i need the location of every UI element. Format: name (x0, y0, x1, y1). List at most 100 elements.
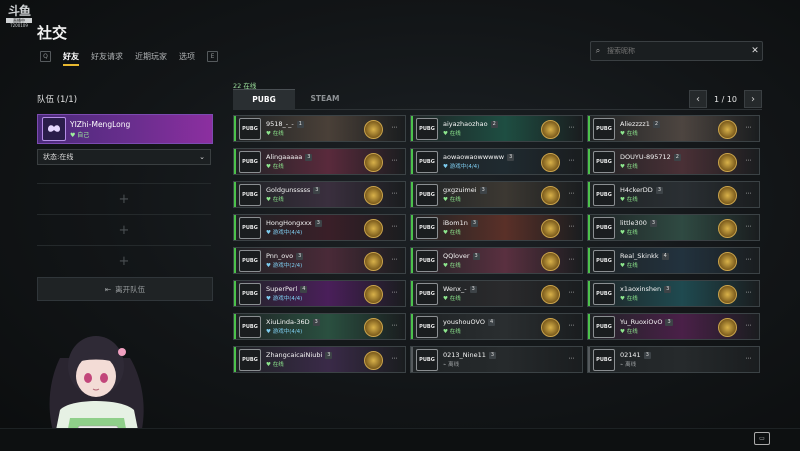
friend-card[interactable]: PUBG iBom1n 3 ♥ 在线 ⋯ (410, 214, 583, 241)
more-options-icon[interactable]: ⋯ (566, 157, 577, 167)
friend-card[interactable]: PUBG Real_Skinkk 4 ♥ 在线 ⋯ (587, 247, 760, 274)
team-label: 队伍 (1/1) (37, 95, 78, 105)
friend-card[interactable]: PUBG 02141 3 ⌁ 离线 ⋯ (587, 346, 760, 373)
more-options-icon[interactable]: ⋯ (743, 289, 754, 299)
online-strip (234, 182, 236, 207)
more-options-icon[interactable]: ⋯ (743, 322, 754, 332)
friend-card[interactable]: PUBG HongHongxxx 3 ♥ 游戏中(4/4) ⋯ (233, 214, 406, 241)
friend-card[interactable]: PUBG Pnn_ovo 3 ♥ 游戏中(2/4) ⋯ (233, 247, 406, 274)
more-options-icon[interactable]: ⋯ (743, 223, 754, 233)
level-badge: 3 (469, 285, 477, 293)
more-options-icon[interactable]: ⋯ (566, 256, 577, 266)
avatar: PUBG (593, 117, 615, 140)
leave-team-button[interactable]: ⇤ 离开队伍 (37, 277, 213, 301)
more-options-icon[interactable]: ⋯ (389, 322, 400, 332)
more-options-icon[interactable]: ⋯ (566, 124, 577, 134)
avatar: PUBG (593, 249, 615, 272)
avatar: PUBG (239, 348, 261, 371)
more-options-icon[interactable]: ⋯ (389, 124, 400, 134)
prev-page-button[interactable]: ‹ (689, 90, 707, 108)
team-member-name: YIZhi-MengLong (70, 119, 131, 129)
more-options-icon[interactable]: ⋯ (743, 190, 754, 200)
more-options-icon[interactable]: ⋯ (389, 190, 400, 200)
bottom-bar (0, 428, 800, 451)
more-options-icon[interactable]: ⋯ (389, 223, 400, 233)
friend-card[interactable]: PUBG Aliezzzz1 2 ♥ 在线 ⋯ (587, 115, 760, 142)
tab-steam[interactable]: STEAM (295, 89, 355, 109)
online-strip (588, 149, 590, 174)
chat-icon[interactable]: ▭ (754, 432, 770, 445)
friend-name: Goldgunsssss (266, 186, 311, 194)
more-options-icon[interactable]: ⋯ (566, 355, 577, 365)
level-badge: 3 (314, 219, 322, 227)
friend-card[interactable]: PUBG ZhangcaicaiNiubi 3 ♥ 在线 ⋯ (233, 346, 406, 373)
friend-card[interactable]: PUBG gxgzuimei 3 ♥ 在线 ⋯ (410, 181, 583, 208)
clear-icon[interactable]: ✕ (748, 46, 762, 56)
friend-card[interactable]: PUBG XiuLinda-36D 3 ♥ 游戏中(4/4) ⋯ (233, 313, 406, 340)
social-nav: Q 好友 好友请求 近期玩家 选项 E (40, 49, 218, 66)
friend-card[interactable]: PUBG H4ckerDD 3 ♥ 在线 ⋯ (587, 181, 760, 208)
more-options-icon[interactable]: ⋯ (389, 256, 400, 266)
friend-status: ♥ 在线 (266, 162, 312, 170)
friend-card[interactable]: PUBG 0213_Nine11 3 ⌁ 离线 ⋯ (410, 346, 583, 373)
status-icon: ♥ (620, 131, 627, 137)
avatar: PUBG (239, 150, 261, 173)
more-options-icon[interactable]: ⋯ (743, 124, 754, 134)
online-strip (234, 281, 236, 306)
friend-card[interactable]: PUBG aiyazhaozhao 2 ♥ 在线 ⋯ (410, 115, 583, 142)
online-strip (234, 347, 236, 372)
friend-card[interactable]: PUBG DOUYU-895712 2 ♥ 在线 ⋯ (587, 148, 760, 175)
empty-team-slot[interactable]: + (37, 245, 211, 276)
friend-name: ZhangcaicaiNiubi (266, 351, 323, 359)
status-select[interactable]: 状态:在线 ⌄ (37, 149, 211, 165)
online-strip (588, 215, 590, 240)
tab-friend-requests[interactable]: 好友请求 (91, 51, 123, 62)
friend-card[interactable]: PUBG Goldgunsssss 3 ♥ 在线 ⋯ (233, 181, 406, 208)
more-options-icon[interactable]: ⋯ (389, 157, 400, 167)
more-options-icon[interactable]: ⋯ (566, 223, 577, 233)
status-icon: ♥ (620, 230, 627, 236)
friend-card[interactable]: PUBG SuperPerl 4 ♥ 游戏中(4/4) ⋯ (233, 280, 406, 307)
friend-card[interactable]: PUBG 9518_-_- 1 ♥ 在线 ⋯ (233, 115, 406, 142)
friend-name: Pnn_ovo (266, 252, 294, 260)
online-strip (588, 116, 590, 141)
more-options-icon[interactable]: ⋯ (743, 157, 754, 167)
online-strip (588, 281, 590, 306)
friend-card[interactable]: PUBG Wenx_- 3 ♥ 在线 ⋯ (410, 280, 583, 307)
more-options-icon[interactable]: ⋯ (566, 322, 577, 332)
search-input[interactable] (605, 46, 748, 56)
next-page-button[interactable]: › (744, 90, 762, 108)
friend-card[interactable]: PUBG youshouOVO 4 ♥ 在线 ⋯ (410, 313, 583, 340)
friend-card[interactable]: PUBG little300 3 ♥ 在线 ⋯ (587, 214, 760, 241)
tab-pubg[interactable]: PUBG (233, 89, 295, 110)
more-options-icon[interactable]: ⋯ (743, 256, 754, 266)
level-badge: 1 (296, 120, 304, 128)
friend-status-text: 游戏中(4/4) (272, 296, 303, 302)
more-options-icon[interactable]: ⋯ (389, 289, 400, 299)
level-badge: 3 (507, 153, 515, 161)
online-strip (234, 116, 236, 141)
friend-card[interactable]: PUBG Yu_RuoxiOvO 3 ♥ 在线 ⋯ (587, 313, 760, 340)
friend-card[interactable]: PUBG Alingaaaaa 3 ♥ 在线 ⋯ (233, 148, 406, 175)
more-options-icon[interactable]: ⋯ (566, 190, 577, 200)
friend-card[interactable]: PUBG aowaowaowwwww 3 ♥ 游戏中(4/4) ⋯ (410, 148, 583, 175)
friend-card[interactable]: PUBG QQlover 3 ♥ 在线 ⋯ (410, 247, 583, 274)
empty-team-slot[interactable]: + (37, 183, 211, 214)
status-icon: ♥ (620, 164, 627, 170)
tab-options[interactable]: 选项 (179, 51, 195, 62)
friend-status: ♥ 在线 (620, 162, 681, 170)
team-member-card[interactable]: YIZhi-MengLong ♥ 自己 (37, 114, 213, 144)
empty-team-slot[interactable]: + (37, 214, 211, 245)
more-options-icon[interactable]: ⋯ (566, 289, 577, 299)
more-options-icon[interactable]: ⋯ (389, 355, 400, 365)
friend-status-text: 游戏中(4/4) (449, 164, 480, 170)
avatar: PUBG (239, 117, 261, 140)
online-strip (411, 281, 413, 306)
status-icon: ♥ (443, 263, 450, 269)
more-options-icon[interactable]: ⋯ (743, 355, 754, 365)
friend-card[interactable]: PUBG x1aoxinshen 3 ♥ 在线 ⋯ (587, 280, 760, 307)
tab-recent-players[interactable]: 近期玩家 (135, 51, 167, 62)
online-strip (234, 248, 236, 273)
level-badge: 3 (479, 186, 487, 194)
tab-friends[interactable]: 好友 (63, 51, 79, 66)
